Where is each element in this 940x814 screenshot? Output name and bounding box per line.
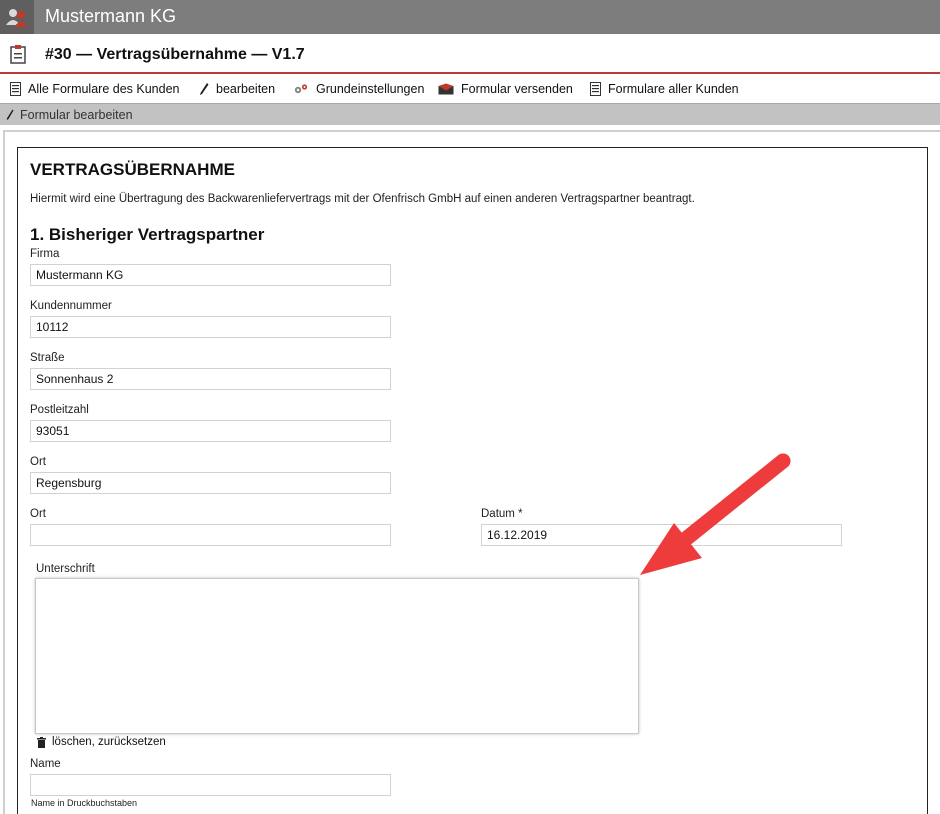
toolbar-label: Alle Formulare des Kunden — [28, 82, 180, 96]
unterschrift-label: Unterschrift — [36, 563, 95, 575]
send-form-button[interactable]: Formular versenden — [438, 80, 573, 98]
clear-signature-button[interactable]: löschen, zurücksetzen — [37, 736, 166, 748]
name-label: Name — [30, 758, 61, 770]
section-bar-label: Formular bearbeiten — [6, 108, 133, 122]
toolbar-label: Formulare aller Kunden — [608, 82, 739, 96]
toolbar-label: Formular versenden — [461, 82, 573, 96]
form-heading: VERTRAGSÜBERNAHME — [30, 160, 235, 179]
envelope-icon — [438, 83, 454, 95]
firma-field[interactable] — [30, 264, 391, 286]
name-hint: Name in Druckbuchstaben — [31, 798, 138, 808]
pencil-icon — [200, 83, 209, 95]
ort-field[interactable] — [30, 472, 391, 494]
name-field[interactable] — [30, 774, 391, 796]
toolbar: Alle Formulare des Kunden bearbeiten Gru… — [0, 74, 940, 102]
kundennummer-field[interactable] — [30, 316, 391, 338]
form-intro: Hiermit wird eine Übertragung des Backwa… — [30, 193, 695, 205]
app-title: Mustermann KG — [45, 6, 177, 26]
settings-button[interactable]: Grundeinstellungen — [293, 80, 424, 98]
plz-field[interactable] — [30, 420, 391, 442]
strasse-field[interactable] — [30, 368, 391, 390]
ort2-field[interactable] — [30, 524, 391, 546]
section-bar: Formular bearbeiten — [0, 103, 940, 125]
form-header: #30 — Vertragsübernahme — V1.7 — [0, 34, 940, 74]
gears-icon — [294, 84, 308, 94]
all-customer-forms-button[interactable]: Alle Formulare des Kunden — [10, 80, 179, 98]
form-title: #30 — Vertragsübernahme — V1.7 — [45, 46, 305, 63]
firma-label: Firma — [30, 248, 60, 260]
pencil-icon — [6, 109, 14, 120]
datum-label: Datum * — [481, 508, 523, 520]
app-header: Mustermann KG — [0, 0, 940, 34]
ort-label: Ort — [30, 456, 46, 468]
edit-button[interactable]: bearbeiten — [199, 80, 275, 98]
users-icon[interactable] — [0, 0, 34, 34]
toolbar-label: Grundeinstellungen — [316, 82, 425, 96]
all-clients-forms-button[interactable]: Formulare aller Kunden — [590, 80, 739, 98]
strasse-label: Straße — [30, 352, 65, 364]
toolbar-label: bearbeiten — [216, 82, 276, 96]
clipboard-icon — [10, 44, 26, 69]
signature-pad[interactable] — [35, 578, 639, 734]
document-icon — [590, 82, 601, 96]
trash-icon — [37, 736, 46, 748]
plz-label: Postleitzahl — [30, 404, 89, 416]
section-heading: 1. Bisheriger Vertragspartner — [30, 225, 265, 244]
document-icon — [10, 82, 21, 96]
ort2-label: Ort — [30, 508, 46, 520]
kundennummer-label: Kundennummer — [30, 300, 112, 312]
annotation-arrow-icon — [640, 453, 791, 575]
